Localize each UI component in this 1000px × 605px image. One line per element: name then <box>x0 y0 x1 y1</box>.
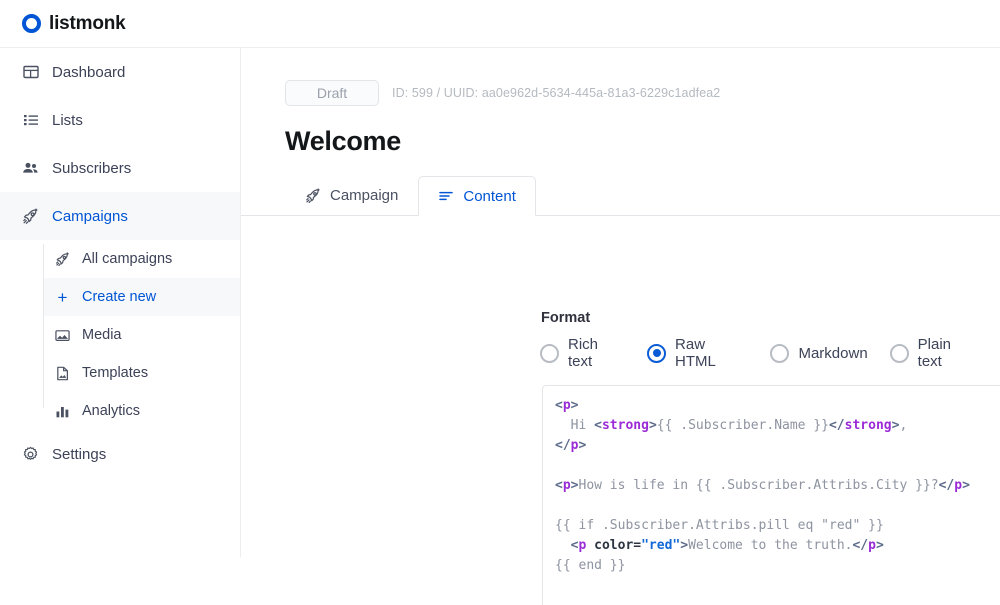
tab-label: Campaign <box>330 187 398 204</box>
rocket-icon <box>55 252 70 267</box>
radio-plain-text[interactable]: Plain text <box>890 336 978 370</box>
radio-label: Markdown <box>798 345 867 362</box>
sidebar-subitem-label: All campaigns <box>82 251 172 267</box>
radio-circle-icon <box>647 344 666 363</box>
format-radio-group: Rich text Raw HTML Markdown Plain text <box>540 336 1000 370</box>
html-code-editor[interactable]: <p> Hi <strong>{{ .Subscriber.Name }}</s… <box>542 385 1000 605</box>
tab-campaign[interactable]: Campaign <box>285 176 418 215</box>
format-section-label: Format <box>541 310 590 326</box>
radio-markdown[interactable]: Markdown <box>770 344 867 363</box>
radio-circle-icon <box>770 344 789 363</box>
content-tabs: Campaign Content <box>241 176 1000 216</box>
radio-raw-html[interactable]: Raw HTML <box>647 336 748 370</box>
main-content-area: Draft ID: 599 / UUID: aa0e962d-5634-445a… <box>241 48 1000 557</box>
sidebar-subitem-label: Analytics <box>82 403 140 419</box>
bar-chart-icon <box>55 404 70 419</box>
sidebar-item-subscribers[interactable]: Subscribers <box>0 144 240 192</box>
sidebar-item-media[interactable]: Media <box>43 316 240 354</box>
text-lines-icon <box>438 188 454 204</box>
radio-rich-text[interactable]: Rich text <box>540 336 625 370</box>
radio-label: Raw HTML <box>675 336 748 370</box>
tab-content[interactable]: Content <box>418 176 536 216</box>
rocket-icon <box>305 188 321 204</box>
sidebar-subnav-campaigns: All campaigns + Create new Media <box>0 240 240 430</box>
sidebar-item-label: Lists <box>52 112 83 129</box>
list-icon <box>22 112 39 129</box>
brand-name: listmonk <box>49 13 126 35</box>
page-title: Welcome <box>285 126 1000 157</box>
sidebar-item-label: Subscribers <box>52 160 131 177</box>
campaign-status-row: Draft ID: 599 / UUID: aa0e962d-5634-445a… <box>285 80 1000 106</box>
dashboard-grid-icon <box>22 64 39 81</box>
sidebar-item-label: Settings <box>52 446 106 463</box>
radio-circle-icon <box>890 344 909 363</box>
sidebar-item-analytics[interactable]: Analytics <box>43 392 240 430</box>
sidebar-item-create-new[interactable]: + Create new <box>43 278 240 316</box>
sidebar-item-all-campaigns[interactable]: All campaigns <box>43 240 240 278</box>
code-editor-content[interactable]: <p> Hi <strong>{{ .Subscriber.Name }}</s… <box>555 396 1000 576</box>
campaign-id-uuid-meta: ID: 599 / UUID: aa0e962d-5634-445a-81a3-… <box>392 86 720 100</box>
plus-icon: + <box>55 290 70 305</box>
image-icon <box>55 328 70 343</box>
sidebar-item-settings[interactable]: Settings <box>0 430 240 478</box>
sidebar-navigation: Dashboard Lists Subscribers <box>0 48 241 557</box>
brand-logo[interactable]: listmonk <box>22 13 126 35</box>
sidebar-item-templates[interactable]: Templates <box>43 354 240 392</box>
sidebar-subitem-label: Templates <box>82 365 148 381</box>
rocket-icon <box>22 208 39 225</box>
tab-label: Content <box>463 188 516 205</box>
people-icon <box>22 160 39 177</box>
circle-ring-logo-icon <box>22 14 41 33</box>
sidebar-item-campaigns[interactable]: Campaigns <box>0 192 240 240</box>
status-badge[interactable]: Draft <box>285 80 379 106</box>
sidebar-subitem-label: Media <box>82 327 122 343</box>
radio-label: Plain text <box>918 336 978 370</box>
file-image-icon <box>55 366 70 381</box>
radio-label: Rich text <box>568 336 625 370</box>
sidebar-item-lists[interactable]: Lists <box>0 96 240 144</box>
sidebar-subitem-label: Create new <box>82 289 156 305</box>
gear-icon <box>22 446 39 463</box>
top-header-bar: listmonk <box>0 0 1000 48</box>
sidebar-item-label: Dashboard <box>52 64 125 81</box>
sidebar-item-dashboard[interactable]: Dashboard <box>0 48 240 96</box>
sidebar-item-label: Campaigns <box>52 208 128 225</box>
radio-circle-icon <box>540 344 559 363</box>
